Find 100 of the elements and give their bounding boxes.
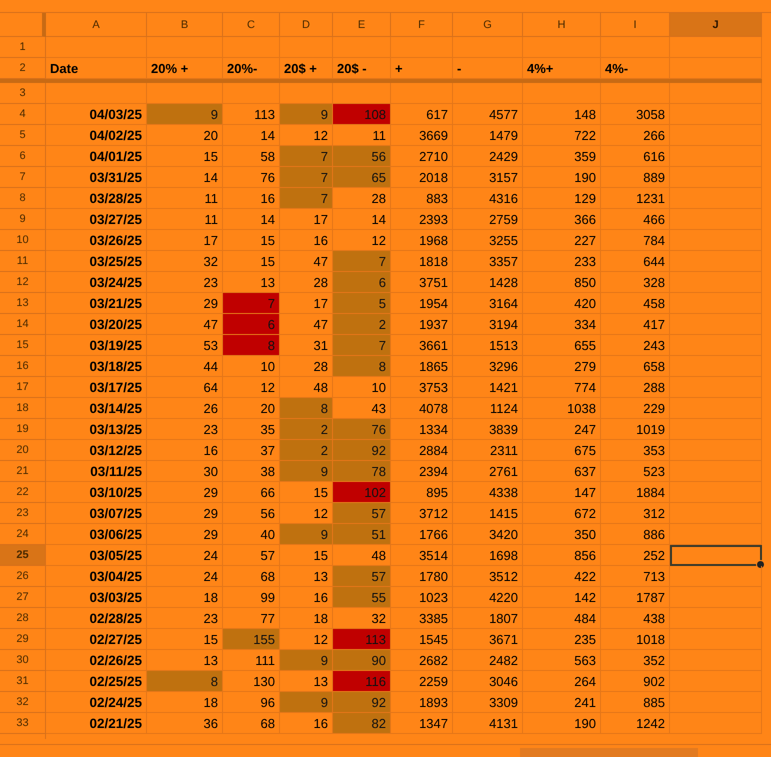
table-cell: 523: [601, 461, 670, 482]
column-header[interactable]: F: [391, 13, 453, 37]
row-header[interactable]: 23: [0, 503, 46, 524]
row-header[interactable]: 27: [0, 587, 46, 608]
table-cell: 24: [147, 566, 223, 587]
row-header[interactable]: 10: [0, 230, 46, 251]
column-header[interactable]: C: [223, 13, 280, 37]
row-header[interactable]: 4: [0, 104, 46, 125]
highlighted-cell: 78: [333, 461, 391, 482]
row-header[interactable]: 14: [0, 314, 46, 335]
row-header[interactable]: 11: [0, 251, 46, 272]
row-header[interactable]: 33: [0, 713, 46, 734]
table-cell: 29: [147, 503, 223, 524]
table-cell: 1347: [391, 713, 453, 734]
row-header[interactable]: 7: [0, 167, 46, 188]
row-header[interactable]: 5: [0, 125, 46, 146]
row-header[interactable]: 29: [0, 629, 46, 650]
highlighted-cell: 5: [333, 293, 391, 314]
row-header[interactable]: 28: [0, 608, 46, 629]
row-header[interactable]: 26: [0, 566, 46, 587]
table-cell: 68: [223, 713, 280, 734]
table-cell: 1124: [453, 398, 523, 419]
table-cell: 36: [147, 713, 223, 734]
table-cell: 3357: [453, 251, 523, 272]
column-header[interactable]: H: [523, 13, 601, 37]
table-cell: 1937: [391, 314, 453, 335]
fill-handle[interactable]: [756, 560, 765, 569]
table-cell: 227: [523, 230, 601, 251]
highlighted-cell: 9: [280, 461, 333, 482]
table-cell: 353: [601, 440, 670, 461]
row-header[interactable]: 17: [0, 377, 46, 398]
row-header[interactable]: 12: [0, 272, 46, 293]
table-cell: [601, 83, 670, 104]
row-header[interactable]: 3: [0, 83, 46, 104]
highlighted-cell: 155: [223, 629, 280, 650]
highlighted-cell: 65: [333, 167, 391, 188]
row-header[interactable]: 19: [0, 419, 46, 440]
table-cell: 1766: [391, 524, 453, 545]
highlighted-cell: 2: [333, 314, 391, 335]
table-cell: 722: [523, 125, 601, 146]
row-header[interactable]: 9: [0, 209, 46, 230]
table-cell: 11: [147, 188, 223, 209]
row-header[interactable]: 16: [0, 356, 46, 377]
row-header[interactable]: 32: [0, 692, 46, 713]
table-cell: 03/18/25: [46, 356, 147, 377]
highlighted-cell: 9: [280, 650, 333, 671]
selected-cell[interactable]: [670, 545, 762, 566]
row-header[interactable]: 20: [0, 440, 46, 461]
table-cell: 3420: [453, 524, 523, 545]
table-cell: 16: [280, 230, 333, 251]
column-header[interactable]: G: [453, 13, 523, 37]
table-cell: [223, 37, 280, 58]
table-cell: 03/31/25: [46, 167, 147, 188]
table-cell: 28: [333, 188, 391, 209]
row-header[interactable]: 18: [0, 398, 46, 419]
table-cell: 14: [333, 209, 391, 230]
table-cell: 32: [147, 251, 223, 272]
column-header[interactable]: E: [333, 13, 391, 37]
table-cell: 3712: [391, 503, 453, 524]
table-cell: 26: [147, 398, 223, 419]
table-cell: 03/27/25: [46, 209, 147, 230]
horizontal-scrollbar[interactable]: [0, 744, 771, 757]
highlighted-cell: 9: [280, 692, 333, 713]
table-cell: 1415: [453, 503, 523, 524]
row-header[interactable]: 31: [0, 671, 46, 692]
column-header[interactable]: B: [147, 13, 223, 37]
column-header[interactable]: J: [670, 13, 762, 37]
row-header[interactable]: 1: [0, 37, 46, 58]
row-header[interactable]: 30: [0, 650, 46, 671]
row-header[interactable]: 8: [0, 188, 46, 209]
table-cell: 484: [523, 608, 601, 629]
table-cell: 03/28/25: [46, 188, 147, 209]
table-cell: 675: [523, 440, 601, 461]
table-cell: 15: [280, 545, 333, 566]
table-cell: 3157: [453, 167, 523, 188]
table-cell: 895: [391, 482, 453, 503]
table-cell: 233: [523, 251, 601, 272]
table-cell: 2682: [391, 650, 453, 671]
table-cell: 03/07/25: [46, 503, 147, 524]
table-cell: 2482: [453, 650, 523, 671]
row-header[interactable]: 6: [0, 146, 46, 167]
highlighted-cell: 102: [333, 482, 391, 503]
highlighted-cell: 7: [333, 335, 391, 356]
column-header[interactable]: D: [280, 13, 333, 37]
column-header[interactable]: A: [46, 13, 147, 37]
row-header[interactable]: 22: [0, 482, 46, 503]
select-all-corner[interactable]: [0, 13, 46, 37]
highlighted-cell: 9: [280, 104, 333, 125]
scrollbar-thumb[interactable]: [520, 748, 698, 757]
highlighted-cell: 90: [333, 650, 391, 671]
row-header[interactable]: 15: [0, 335, 46, 356]
row-header[interactable]: 13: [0, 293, 46, 314]
table-cell: 422: [523, 566, 601, 587]
highlighted-cell: 56: [333, 146, 391, 167]
table-cell: 2710: [391, 146, 453, 167]
row-header[interactable]: 21: [0, 461, 46, 482]
table-cell: 56: [223, 503, 280, 524]
row-header[interactable]: 25: [0, 545, 46, 566]
table-cell: 3671: [453, 629, 523, 650]
table-cell: 02/21/25: [46, 713, 147, 734]
